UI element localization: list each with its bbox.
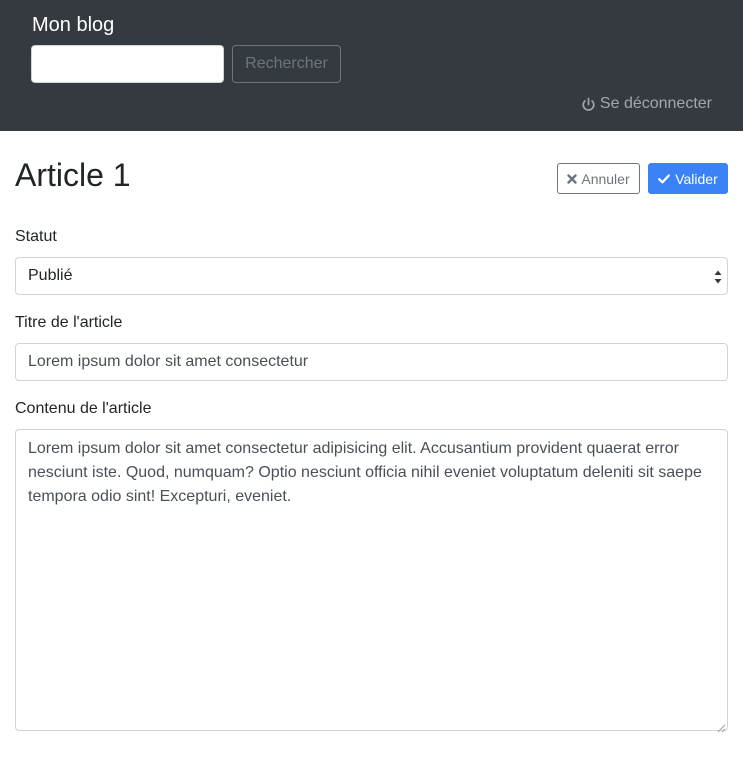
content-textarea[interactable]: Lorem ipsum dolor sit amet consectetur a… <box>15 429 728 731</box>
content-label: Contenu de l'article <box>15 400 152 417</box>
status-selected-value: Publié <box>28 267 73 284</box>
search-button[interactable]: Rechercher <box>232 45 341 83</box>
status-label: Statut <box>15 228 57 245</box>
logout-label: Se déconnecter <box>599 95 712 112</box>
power-icon <box>581 97 596 112</box>
check-icon <box>658 171 671 187</box>
resize-handle-icon[interactable] <box>717 720 726 738</box>
cancel-button[interactable]: Annuler <box>557 163 640 194</box>
validate-button[interactable]: Valider <box>648 163 728 194</box>
times-icon <box>567 171 578 187</box>
logout-link[interactable]: Se déconnecter <box>581 92 712 116</box>
page-title: Article 1 <box>15 157 131 193</box>
top-navbar: Mon blog Rechercher Se déconnecter <box>0 0 743 131</box>
title-label: Titre de l'article <box>15 314 123 331</box>
title-input[interactable] <box>15 343 728 381</box>
cancel-label: Annuler <box>581 170 630 187</box>
validate-label: Valider <box>675 170 718 187</box>
search-input[interactable] <box>31 45 224 83</box>
status-select[interactable]: Publié <box>15 257 728 295</box>
select-arrows-icon <box>713 268 723 291</box>
brand-title[interactable]: Mon blog <box>32 12 114 38</box>
